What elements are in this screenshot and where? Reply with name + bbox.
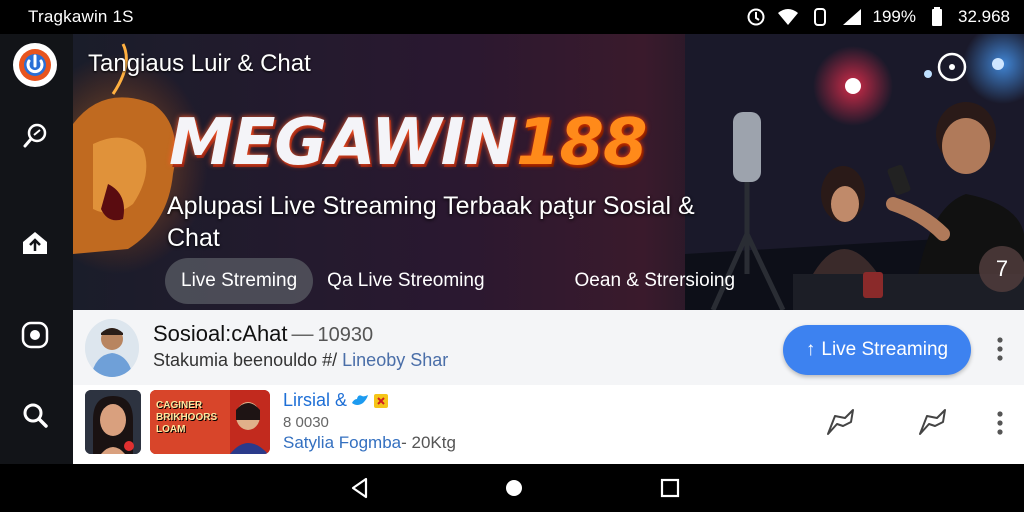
home-button[interactable] xyxy=(502,476,526,500)
thumbnail-promo[interactable]: CAGINER BRIKHOORS LOAM xyxy=(150,390,270,454)
row2-subtitle: Satylia Fogmba- 20Ktg xyxy=(283,433,456,453)
tab-live-streming[interactable]: Live Streming xyxy=(165,258,314,304)
nav-live[interactable] xyxy=(12,314,58,360)
row2-count: 8 0030 xyxy=(283,414,329,431)
live-streaming-button[interactable]: ↑ Live Streaming xyxy=(783,325,971,375)
row-subtitle: Stakumia beenouldo #/ Lineoby Shar xyxy=(153,350,448,371)
hero-action-button[interactable] xyxy=(935,50,969,84)
app-logo[interactable] xyxy=(12,42,58,88)
vibrate-icon xyxy=(809,6,831,28)
megawin-logo-icon xyxy=(13,43,57,87)
thumbnail-promo-text: CAGINER BRIKHOORS LOAM xyxy=(156,400,218,435)
status-app-label: Tragkawin 1S xyxy=(28,7,134,26)
content-list: Sosioal:cAhat —10930 Stakumia beenouldo #… xyxy=(73,310,1024,464)
forward-arrow-icon xyxy=(919,409,946,435)
bird-icon xyxy=(352,394,369,405)
system-nav-bar xyxy=(0,464,1024,512)
forward-button[interactable] xyxy=(915,404,951,440)
row2-title: Lirsial & xyxy=(283,390,389,411)
nav-search[interactable] xyxy=(12,394,58,440)
tab-qa-live-streoming[interactable]: Qa Live Streoming xyxy=(327,270,484,292)
status-bar: Tragkawin 1S 199% 32.968 xyxy=(0,0,1024,34)
more-vert-icon xyxy=(997,411,1003,435)
home-circle-icon xyxy=(506,480,522,496)
target-icon xyxy=(937,52,967,82)
row-title: Sosioal:cAhat —10930 xyxy=(153,321,373,347)
back-triangle-icon xyxy=(351,477,368,499)
data-saver-icon xyxy=(745,6,767,28)
row2-subtitle-detail: - 20Ktg xyxy=(401,433,456,452)
avatar xyxy=(85,319,139,377)
tab-oean-strersioing[interactable]: Oean & Strersioing xyxy=(575,270,736,292)
recents-square-icon xyxy=(660,478,680,498)
hero-tabs: Live Streming Qa Live Streoming Oean & S… xyxy=(165,258,735,304)
wifi-icon xyxy=(777,6,799,28)
recents-button[interactable] xyxy=(658,476,682,500)
record-icon xyxy=(21,321,49,354)
hero-fab-button[interactable]: 7 xyxy=(979,246,1024,292)
search-icon xyxy=(21,401,49,434)
nav-explore[interactable] xyxy=(12,114,58,160)
hero-banner[interactable]: Tangiaus Luir & Chat MEGAWIN188 Aplupasi… xyxy=(73,34,1024,310)
clock: 32.968 xyxy=(958,7,1010,26)
badge-icon xyxy=(374,393,389,408)
row-subtitle-text: Stakumia beenouldo #/ xyxy=(153,350,338,370)
nav-home[interactable] xyxy=(12,222,58,268)
hero-fab-label: 7 xyxy=(995,256,1009,281)
more-options-button[interactable] xyxy=(985,408,1015,438)
hero-subtitle: Aplupasi Live Streaming Terbaak paţur So… xyxy=(167,192,695,252)
share-arrow-icon xyxy=(827,409,854,435)
hero-title: Tangiaus Luir & Chat xyxy=(88,50,311,77)
share-button[interactable] xyxy=(823,404,859,440)
signal-icon xyxy=(841,6,863,28)
home-upload-icon xyxy=(20,229,50,262)
row-title-text: Sosioal:cAhat xyxy=(153,321,288,346)
compass-icon xyxy=(21,121,49,154)
row2-subtitle-location: Satylia Fogmba xyxy=(283,433,402,452)
status-indicators: 199% 32.968 xyxy=(745,6,1010,28)
brand-number: 188 xyxy=(515,106,648,180)
list-item[interactable]: Sosioal:cAhat —10930 Stakumia beenouldo #… xyxy=(73,310,1024,385)
battery-icon xyxy=(926,6,948,28)
brand-name: MEGAWIN xyxy=(169,106,517,180)
more-vert-icon xyxy=(997,337,1003,361)
more-options-button[interactable] xyxy=(985,334,1015,364)
brand-wordmark: MEGAWIN188 xyxy=(169,106,648,180)
battery-percent: 199% xyxy=(872,7,916,26)
screen: Tragkawin 1S 199% 32.968 Tangiaus Luir &… xyxy=(0,0,1024,512)
back-button[interactable] xyxy=(348,476,372,500)
nav-rail xyxy=(0,34,73,464)
row-subtitle-handle: Lineoby Shar xyxy=(342,350,449,370)
thumbnail-streamer[interactable] xyxy=(85,390,141,454)
live-streaming-button-label: Live Streaming xyxy=(821,339,949,360)
row-count: 10930 xyxy=(317,324,374,346)
live-icon: ↑ xyxy=(805,339,816,360)
row2-title-text: Lirsial & xyxy=(283,390,348,410)
row-title-dash: — xyxy=(291,321,314,346)
